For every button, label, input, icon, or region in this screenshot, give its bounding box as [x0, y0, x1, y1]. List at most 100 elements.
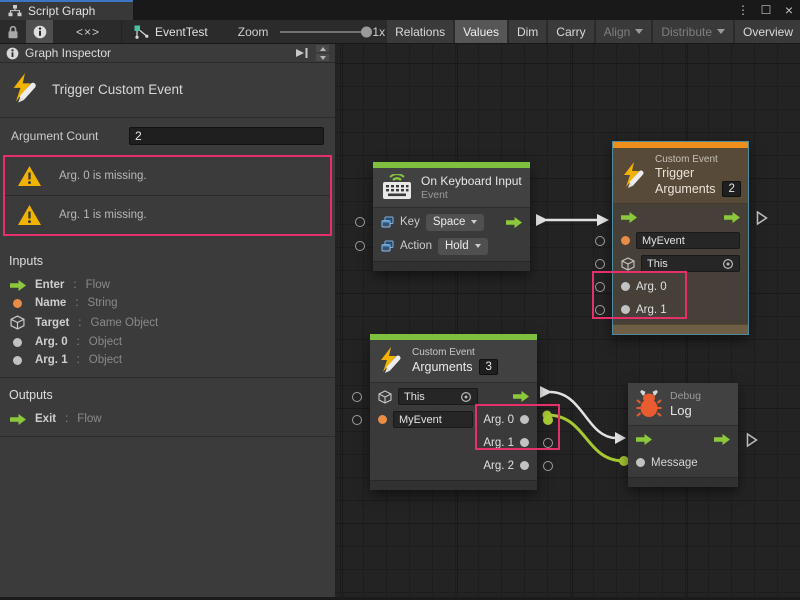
node-footer	[373, 261, 530, 271]
code-preview-button[interactable]: <×>	[69, 20, 107, 43]
keycode-port-icon	[381, 216, 394, 228]
key-dropdown[interactable]: Space	[426, 214, 485, 231]
cube-icon	[378, 390, 392, 404]
target-picker-icon[interactable]	[722, 258, 734, 270]
message-row: Message	[628, 451, 738, 474]
graph-breadcrumb[interactable]: EventTest	[121, 20, 208, 43]
arg2-output-port[interactable]	[543, 461, 553, 471]
highlight-rect-arguments-args	[475, 404, 560, 450]
zoom-slider-handle[interactable]	[361, 26, 372, 37]
target-input-port[interactable]	[595, 259, 605, 269]
action-dropdown[interactable]: Hold	[438, 238, 488, 255]
toolbar-toggle-group: Relations Values Dim Carry Align Distrib…	[385, 20, 800, 43]
window-maximize-icon[interactable]: ☐	[759, 3, 773, 17]
warning-icon	[17, 204, 42, 226]
name-input-port[interactable]	[595, 236, 605, 246]
argument-count-badge[interactable]: 3	[479, 359, 497, 375]
string-port-icon	[621, 236, 630, 245]
argument-count-row: Argument Count	[0, 118, 335, 155]
inputs-section: Inputs Enter : Flow Name : String Target…	[0, 244, 335, 378]
toolbar-button-align[interactable]: Align	[596, 20, 652, 43]
node-title: Trigger	[655, 166, 741, 180]
flow-input-port[interactable]	[636, 434, 652, 445]
string-port-icon	[9, 299, 26, 308]
cube-icon	[621, 257, 635, 271]
toolbar-button-values[interactable]: Values	[455, 20, 507, 43]
flow-output-port[interactable]	[714, 434, 730, 445]
triangle-down-icon	[320, 56, 326, 60]
flow-port-icon	[9, 280, 26, 291]
argument-count-badge[interactable]: 2	[722, 181, 740, 197]
warning-text: Arg. 0 is missing.	[59, 170, 147, 182]
window-menu-icon[interactable]: ⋮	[736, 3, 750, 17]
custom-event-icon	[10, 72, 40, 106]
relation-triangle-icon	[756, 210, 768, 225]
graph-inspector-panel: Graph Inspector Trigger Custom Event Arg…	[0, 44, 335, 597]
hierarchy-icon	[8, 5, 22, 17]
zoom-value: 1x	[372, 25, 385, 39]
target-field[interactable]: This	[641, 255, 740, 272]
toolbar-button-relations[interactable]: Relations	[387, 20, 453, 43]
outputs-heading: Outputs	[0, 388, 335, 410]
argument-count-input[interactable]	[129, 127, 324, 145]
outputs-section: Outputs Exit : Flow	[0, 378, 335, 437]
node-kind: Debug	[670, 390, 701, 402]
name-input-port[interactable]	[352, 415, 362, 425]
toolbar-button-distribute[interactable]: Distribute	[653, 20, 733, 43]
bug-icon	[636, 389, 662, 419]
window-close-icon[interactable]: ×	[782, 2, 796, 18]
flow-output-port[interactable]	[724, 212, 740, 223]
object-port-icon	[9, 356, 26, 365]
chevron-down-icon	[471, 220, 477, 224]
cube-icon	[9, 315, 26, 330]
target-input-port[interactable]	[352, 392, 362, 402]
graph-name: EventTest	[155, 25, 208, 39]
dock-panel-icon[interactable]	[295, 47, 309, 59]
zoom-slider-track[interactable]	[280, 31, 368, 33]
flow-port-icon	[9, 414, 26, 425]
toolbar-button-overview[interactable]: Overview	[735, 20, 800, 43]
node-subtitle: Event	[421, 189, 522, 201]
flow-output-port[interactable]	[506, 217, 522, 228]
flow-row	[613, 206, 748, 229]
warning-row: Arg. 0 is missing.	[5, 157, 330, 195]
node-footer	[370, 480, 537, 490]
toolbar-button-carry[interactable]: Carry	[548, 20, 593, 43]
node-title-2: Arguments	[655, 182, 715, 196]
toolbar-button-dim[interactable]: Dim	[509, 20, 546, 43]
tab-script-graph[interactable]: Script Graph	[0, 0, 133, 20]
target-field[interactable]: This	[398, 388, 478, 405]
node-on-keyboard-input[interactable]: On Keyboard Input Event Key Space Action	[373, 162, 530, 271]
lock-button[interactable]	[0, 20, 26, 43]
inspector-title: Graph Inspector	[25, 46, 111, 60]
lock-icon	[7, 25, 19, 39]
zoom-control: Zoom 1x	[238, 20, 385, 43]
action-input-port[interactable]	[355, 241, 365, 251]
chevron-down-icon	[717, 29, 725, 34]
window-tab-bar: Script Graph ⋮ ☐ ×	[0, 0, 800, 20]
node-footer	[628, 477, 738, 487]
action-label: Action	[400, 240, 432, 252]
node-debug-log[interactable]: Debug Log Message	[628, 383, 738, 487]
selected-node-header: Trigger Custom Event	[0, 63, 335, 118]
chevron-down-icon	[475, 244, 481, 248]
key-row: Key Space	[373, 210, 530, 234]
keycode-port-icon	[381, 240, 394, 252]
target-picker-icon[interactable]	[460, 391, 472, 403]
custom-event-icon	[621, 161, 647, 191]
custom-event-icon	[378, 346, 404, 376]
flow-output-port[interactable]	[513, 391, 529, 402]
flow-row	[628, 428, 738, 451]
tab-title: Script Graph	[28, 4, 95, 18]
spinner-up-button[interactable]	[316, 45, 329, 52]
spinner-down-button[interactable]	[316, 54, 329, 61]
info-icon	[6, 47, 19, 60]
object-port-icon	[520, 461, 529, 470]
inspector-toggle-button[interactable]	[26, 20, 53, 43]
flow-input-port[interactable]	[621, 212, 637, 223]
event-name-field[interactable]: MyEvent	[393, 411, 473, 428]
inspector-header: Graph Inspector	[0, 44, 335, 63]
event-name-field[interactable]: MyEvent	[636, 232, 740, 249]
key-input-port[interactable]	[355, 217, 365, 227]
node-body: Key Space Action Hold	[373, 208, 530, 261]
